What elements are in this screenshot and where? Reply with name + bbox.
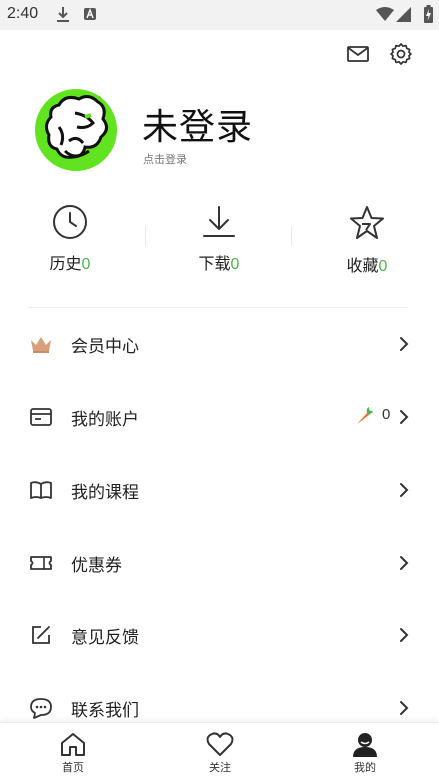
avatar-mascot-icon — [44, 91, 109, 159]
battery-icon — [424, 5, 433, 23]
menu-item-label: 我的账户 — [71, 410, 139, 430]
chevron-right-icon — [400, 337, 409, 351]
menu-item-my-courses[interactable]: 我的课程 — [0, 462, 439, 518]
account-balance: 0 — [382, 406, 391, 423]
username[interactable]: 未登录 — [142, 98, 253, 150]
download-icon — [203, 206, 235, 237]
chat-icon — [30, 698, 52, 719]
stat-favorites-count: 0 — [378, 258, 388, 275]
crown-icon — [31, 337, 51, 353]
menu-item-vip-center[interactable]: 会员中心 — [0, 316, 439, 372]
stat-history-count: 0 — [81, 256, 91, 273]
menu-item-label: 意见反馈 — [71, 628, 139, 648]
login-hint[interactable]: 点击登录 — [143, 151, 187, 167]
heart-icon — [206, 732, 234, 756]
bottom-nav: 首页 关注 我的 — [0, 722, 439, 781]
nav-follow-label: 关注 — [209, 761, 231, 774]
menu-item-label: 我的课程 — [71, 483, 139, 503]
wallet-icon — [30, 408, 52, 426]
avatar[interactable] — [35, 89, 117, 171]
stat-history[interactable]: 历史0 — [25, 204, 115, 280]
gear-icon[interactable] — [389, 42, 413, 66]
stat-download-count: 0 — [230, 256, 240, 273]
section-divider — [28, 307, 408, 308]
stat-divider — [291, 226, 292, 246]
stat-divider — [145, 226, 146, 246]
stat-download[interactable]: 下载0 — [174, 204, 264, 280]
book-icon — [30, 481, 52, 499]
status-time: 2:40 — [7, 5, 39, 22]
star-icon — [350, 206, 384, 239]
menu-item-coupons[interactable]: 优惠券 — [0, 535, 439, 591]
download-status-icon — [57, 7, 69, 22]
nav-home-label: 首页 — [62, 761, 84, 774]
user-icon — [353, 733, 377, 757]
menu-item-feedback[interactable]: 意见反馈 — [0, 607, 439, 663]
mail-icon[interactable] — [346, 42, 370, 66]
stat-favorites-label: 收藏0 — [346, 256, 388, 275]
nav-follow[interactable]: 关注 — [185, 731, 255, 777]
chevron-right-icon — [400, 483, 409, 497]
carrot-icon — [357, 407, 373, 424]
chevron-right-icon — [400, 556, 409, 570]
chevron-right-icon — [400, 628, 409, 642]
chevron-right-icon — [400, 701, 409, 715]
menu-item-label: 优惠券 — [71, 556, 122, 576]
menu-item-label: 会员中心 — [71, 337, 139, 357]
status-bar: 2:40 — [0, 0, 439, 30]
nav-home[interactable]: 首页 — [38, 731, 108, 777]
home-icon — [61, 733, 85, 756]
stat-download-label: 下载0 — [198, 254, 240, 273]
coupon-icon — [30, 556, 52, 570]
menu-item-label: 联系我们 — [71, 701, 139, 721]
chevron-right-icon — [400, 410, 409, 424]
nav-mine[interactable]: 我的 — [330, 731, 400, 777]
edit-icon — [32, 626, 50, 644]
nav-mine-label: 我的 — [354, 761, 376, 774]
stat-favorites[interactable]: 收藏0 — [322, 204, 412, 280]
app-notification-icon — [84, 8, 96, 20]
signal-icon — [396, 7, 411, 22]
stat-history-label: 历史0 — [49, 254, 91, 273]
menu-item-my-account[interactable]: 我的账户 0 — [0, 389, 439, 445]
wifi-icon — [376, 7, 394, 21]
clock-icon — [53, 205, 87, 239]
